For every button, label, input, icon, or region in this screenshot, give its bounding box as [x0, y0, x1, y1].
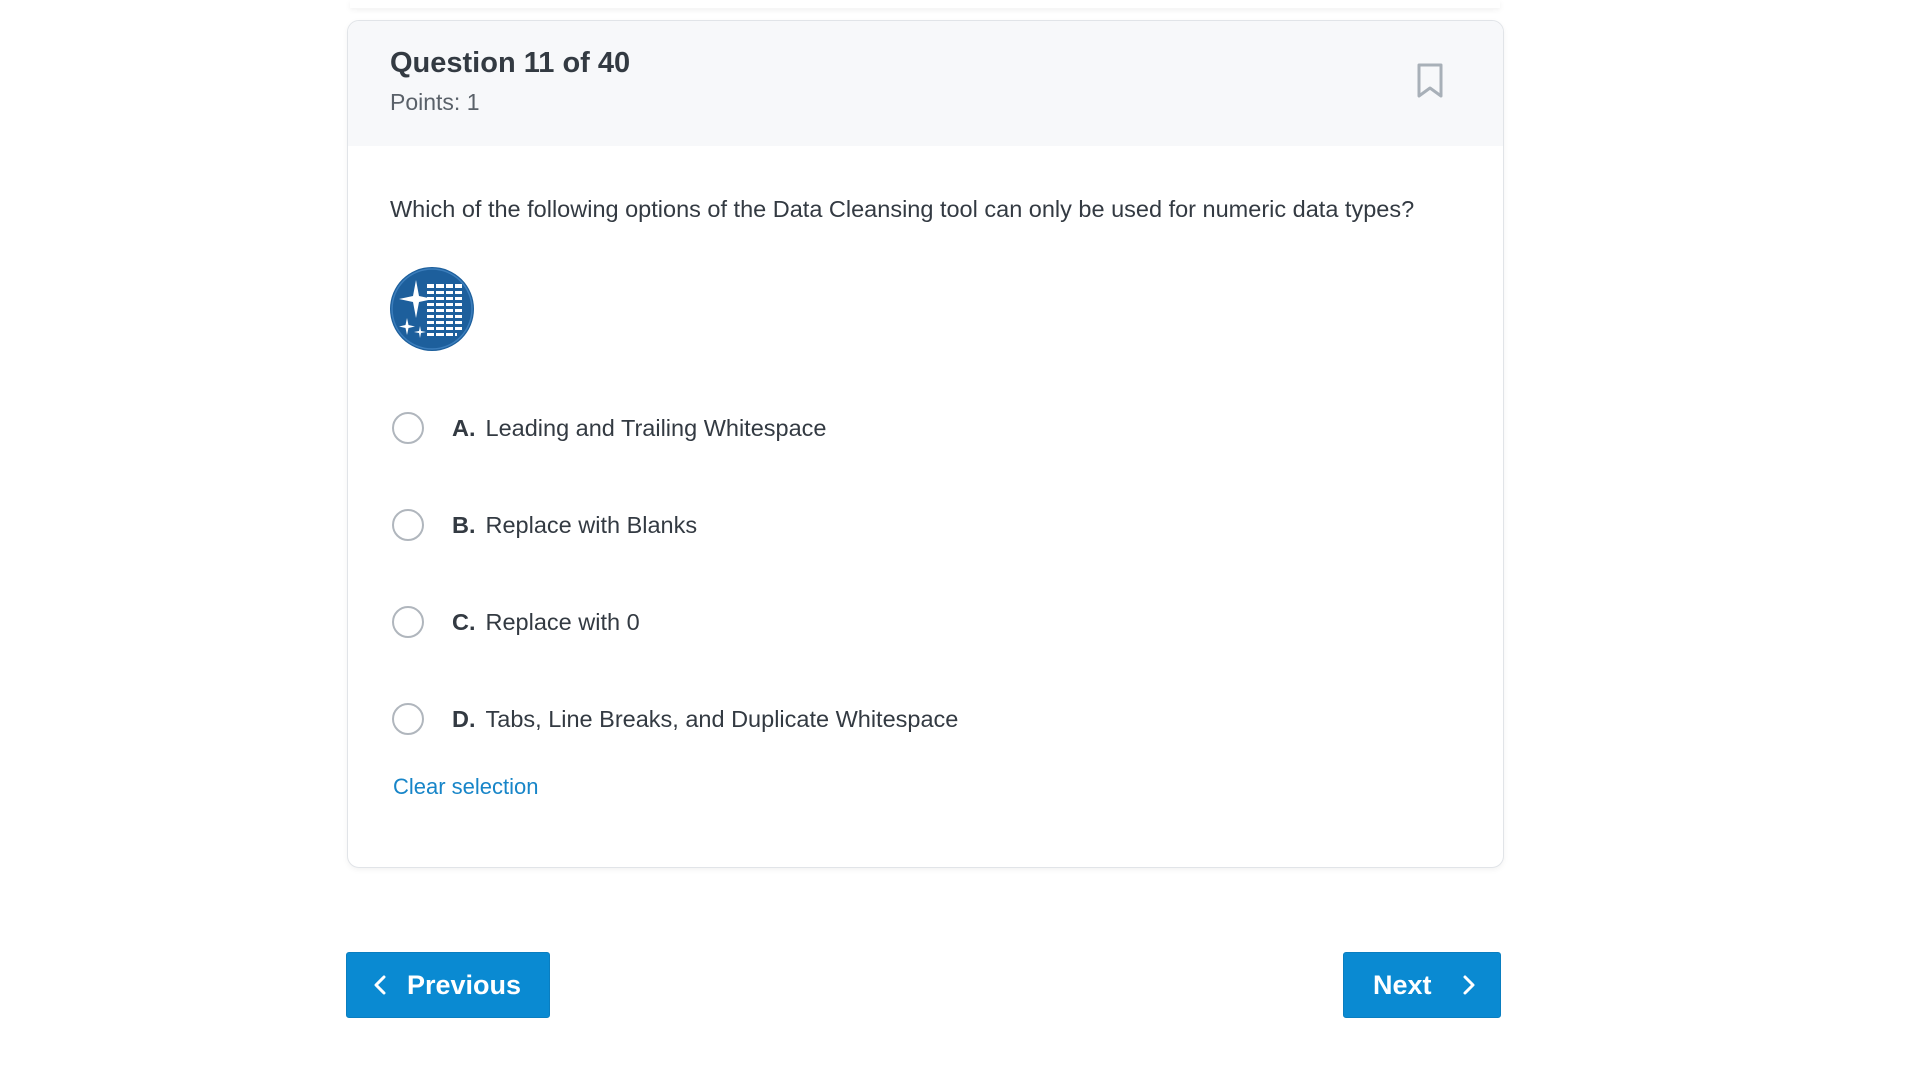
option-d-text: Tabs, Line Breaks, and Duplicate Whitesp… — [485, 705, 959, 732]
bookmark-icon[interactable] — [1412, 61, 1448, 101]
option-c[interactable]: C. Replace with 0 — [392, 602, 640, 642]
option-d-letter: D. — [452, 705, 476, 732]
option-b-radio[interactable] — [392, 509, 424, 541]
question-text: Which of the following options of the Da… — [390, 196, 1415, 222]
option-d[interactable]: D. Tabs, Line Breaks, and Duplicate Whit… — [392, 699, 958, 739]
option-b-letter: B. — [452, 511, 476, 538]
next-button-label: Next — [1373, 969, 1432, 1000]
previous-button[interactable]: Previous — [346, 952, 550, 1018]
question-header: Question 11 of 40 Points: 1 — [348, 21, 1503, 146]
option-a-letter: A. — [452, 414, 476, 441]
option-b[interactable]: B. Replace with Blanks — [392, 505, 697, 545]
previous-card-edge — [350, 0, 1500, 8]
question-title: Question 11 of 40 — [390, 47, 631, 79]
data-cleansing-tool-icon — [390, 267, 474, 351]
chevron-right-icon — [1463, 975, 1475, 995]
option-c-radio[interactable] — [392, 606, 424, 638]
chevron-left-icon — [374, 975, 386, 995]
option-d-radio[interactable] — [392, 703, 424, 735]
next-button[interactable]: Next — [1343, 952, 1501, 1018]
option-a[interactable]: A. Leading and Trailing Whitespace — [392, 408, 826, 448]
clear-selection-link[interactable]: Clear selection — [393, 774, 539, 800]
option-c-text: Replace with 0 — [485, 608, 640, 635]
question-points: Points: 1 — [390, 89, 480, 115]
option-b-text: Replace with Blanks — [485, 511, 698, 538]
option-a-text: Leading and Trailing Whitespace — [485, 414, 827, 441]
option-c-letter: C. — [452, 608, 476, 635]
previous-button-label: Previous — [407, 969, 522, 1000]
option-a-radio[interactable] — [392, 412, 424, 444]
question-card: Question 11 of 40 Points: 1 Which of the… — [347, 20, 1504, 868]
